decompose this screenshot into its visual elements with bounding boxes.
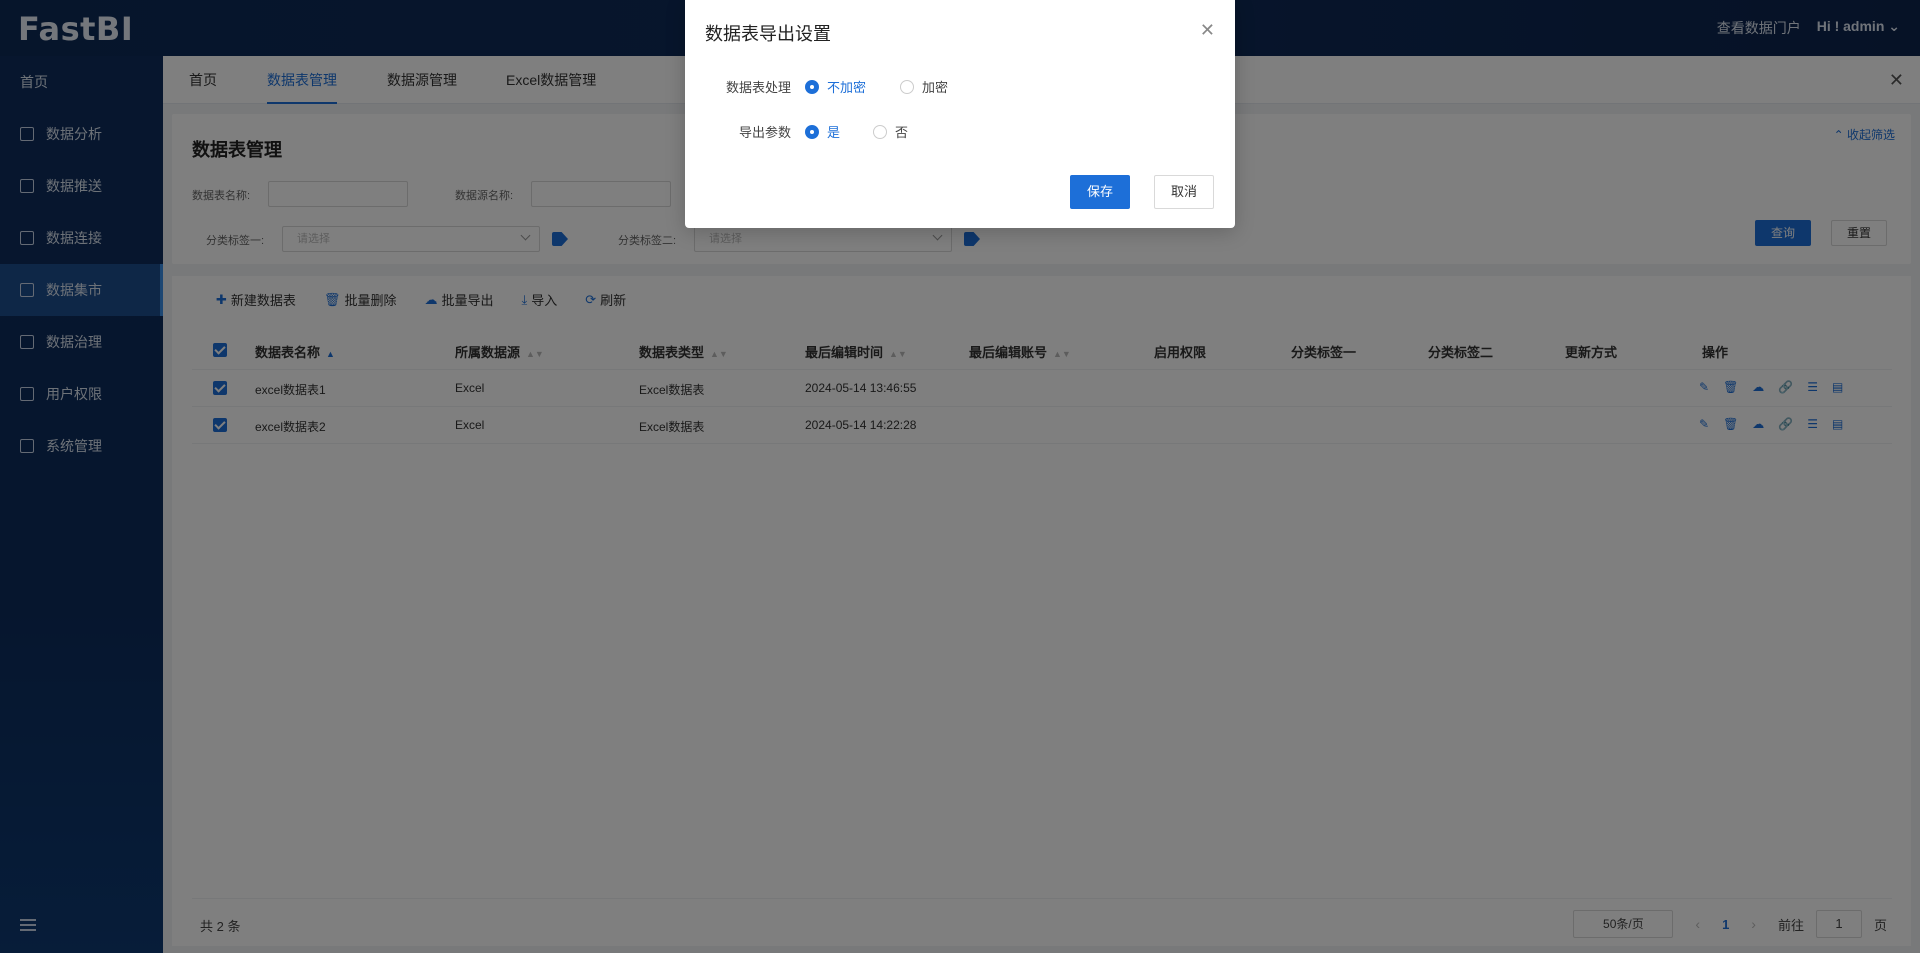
export-params-label: 导出参数 (738, 125, 791, 140)
export-params-row: 导出参数 是 否 (685, 118, 1235, 142)
radio-encrypt[interactable]: 加密 (900, 77, 948, 96)
dialog-title: 数据表导出设置 (705, 24, 831, 44)
encryption-label: 数据表处理 (725, 80, 791, 95)
radio-label: 不加密 (827, 80, 867, 95)
cancel-button[interactable]: 取消 (1154, 175, 1214, 209)
radio-unselected-icon (873, 124, 887, 139)
save-button[interactable]: 保存 (1070, 175, 1130, 209)
close-icon[interactable]: ✕ (1200, 20, 1215, 41)
radio-label: 加密 (922, 80, 949, 95)
radio-selected-icon (805, 124, 819, 139)
encryption-row: 数据表处理 不加密 加密 (685, 73, 1235, 97)
radio-unselected-icon (900, 79, 914, 94)
radio-no-encrypt[interactable]: 不加密 (805, 77, 866, 96)
export-settings-dialog: 数据表导出设置 ✕ 数据表处理 不加密 加密 导出参数 是 否 保存 取消 (685, 0, 1235, 228)
radio-yes[interactable]: 是 (805, 122, 840, 141)
radio-label: 否 (895, 125, 909, 140)
radio-selected-icon (805, 79, 819, 94)
radio-no[interactable]: 否 (873, 122, 908, 141)
radio-label: 是 (827, 125, 841, 140)
